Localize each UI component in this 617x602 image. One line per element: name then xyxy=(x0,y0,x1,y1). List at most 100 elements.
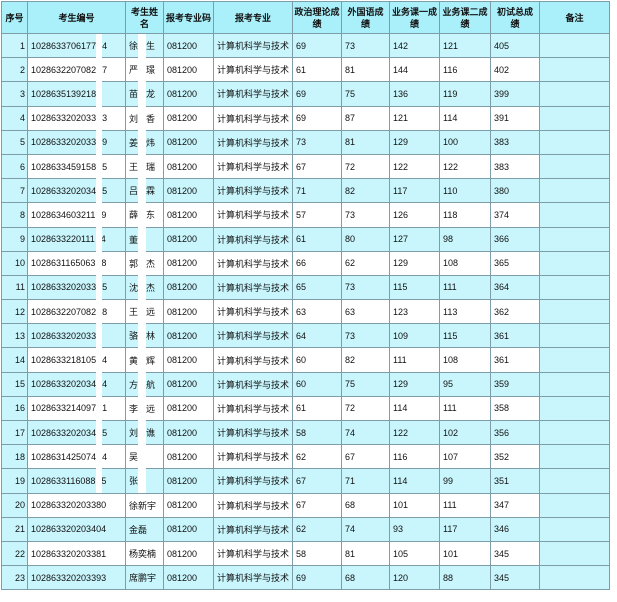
cell-text: 081200 xyxy=(167,379,198,390)
cell-text: 12 xyxy=(14,306,25,317)
cell-foreign-language-score: 75 xyxy=(342,82,390,107)
cell-total-score: 346 xyxy=(491,517,540,542)
cell-text: 苗 xyxy=(129,89,139,100)
table-row: 20 102863320203380 徐新宇 081200 计算机科学与技术 67 68 10… xyxy=(2,493,610,518)
cell-major-code: 081200 xyxy=(164,34,214,59)
cell-politics-score: 57 xyxy=(293,203,342,228)
table-row: 21 102863320203404 金磊 081200 计算机科学与技术 62 74 93 1… xyxy=(2,517,610,542)
cell-text: 1028633202033 xyxy=(31,282,97,293)
cell-total-score: 365 xyxy=(491,251,540,276)
table-row: 3 1028635139218 苗龙 081200 计算机科学与技术 69 75 136 119… xyxy=(2,82,610,107)
cell-candidate-id: 1028633202033 3 xyxy=(28,106,126,131)
cell-text: 98 xyxy=(443,234,454,245)
cell-text: 计算机科学与技术 xyxy=(217,210,290,221)
cell-text: 114 xyxy=(393,475,408,486)
cell-text: 081200 xyxy=(167,427,198,438)
cell-text-tail: 璟 xyxy=(146,65,156,76)
cell-text: 63 xyxy=(345,306,356,317)
cell-text: 73 xyxy=(345,330,356,341)
cell-text: 081200 xyxy=(167,161,198,172)
cell-course2-score: 114 xyxy=(440,106,491,131)
cell-text: 严 xyxy=(129,65,139,76)
cell-text: 081200 xyxy=(167,258,198,269)
cell-text: 1028634603211 xyxy=(31,209,96,220)
cell-course1-score: 123 xyxy=(390,300,440,325)
cell-major: 计算机科学与技术 xyxy=(214,251,293,276)
cell-text-tail: 生 xyxy=(146,41,156,52)
cell-text: 081200 xyxy=(167,548,198,559)
cell-text: 75 xyxy=(345,88,356,99)
cell-text: 14 xyxy=(14,355,25,366)
cell-foreign-language-score: 81 xyxy=(342,541,390,567)
cell-text: 徐 xyxy=(129,41,139,52)
cell-text: 1028633202034 xyxy=(31,379,97,390)
cell-text: 计算机科学与技术 xyxy=(217,282,290,293)
cell-candidate-id: 1028633459158 5 xyxy=(28,154,126,180)
cell-course1-score: 126 xyxy=(390,203,440,228)
cell-seq: 18 xyxy=(2,445,28,470)
cell-seq: 1 xyxy=(2,34,28,59)
cell-text: 361 xyxy=(494,355,510,366)
header-candidate-id: 考生编号 xyxy=(28,2,126,34)
cell-text: 87 xyxy=(345,113,356,124)
cell-course1-score: 129 xyxy=(390,130,440,155)
cell-text: 1028633220111 xyxy=(31,234,95,245)
cell-text: 71 xyxy=(296,185,307,196)
cell-text: 方 xyxy=(129,379,139,390)
cell-politics-score: 69 xyxy=(293,82,342,107)
table-row: 8 1028634603211 9 薛东 081200 计算机科学与技术 57 73 126 11… xyxy=(2,203,610,228)
cell-remark xyxy=(540,324,610,349)
cell-text-tail: 瑞 xyxy=(146,162,156,173)
cell-text: 75 xyxy=(345,379,356,390)
cell-text: 王 xyxy=(129,307,139,318)
cell-politics-score: 61 xyxy=(293,396,342,421)
cell-remark xyxy=(540,203,610,228)
cell-text: 1028633202033 xyxy=(31,113,97,124)
cell-candidate-id: 1028633202033 9 xyxy=(28,130,126,155)
cell-text: 3 xyxy=(19,88,25,99)
cell-course1-score: 116 xyxy=(390,445,440,470)
cell-seq: 15 xyxy=(2,372,28,397)
cell-text-tail: 7 xyxy=(102,64,108,75)
cell-candidate-id: 1028634603211 9 xyxy=(28,203,126,228)
cell-text: 081200 xyxy=(167,403,198,414)
cell-major-code: 081200 xyxy=(164,275,214,301)
cell-candidate-name: 席鹏宇 xyxy=(126,566,164,591)
cell-course1-score: 111 xyxy=(390,348,440,373)
cell-text: 1028631165063 xyxy=(31,258,96,269)
cell-major: 计算机科学与技术 xyxy=(214,58,293,83)
cell-text: 374 xyxy=(494,209,510,220)
cell-text: 347 xyxy=(494,500,510,511)
cell-politics-score: 58 xyxy=(293,541,342,567)
cell-major-code: 081200 xyxy=(164,227,214,252)
cell-text-tail: 林 xyxy=(146,331,156,342)
cell-text: 351 xyxy=(494,475,510,486)
cell-total-score: 352 xyxy=(491,445,540,470)
cell-text: 081200 xyxy=(167,282,198,293)
cell-text: 1028631425074 xyxy=(31,451,97,462)
redaction-band-id xyxy=(96,34,102,493)
cell-candidate-id: 1028633218105 4 xyxy=(28,348,126,373)
cell-text-tail: 杰 xyxy=(146,258,156,269)
cell-text: 142 xyxy=(393,40,409,51)
cell-text: 吴 xyxy=(129,452,139,463)
cell-text: 362 xyxy=(494,306,510,317)
cell-major: 计算机科学与技术 xyxy=(214,300,293,325)
cell-text: 121 xyxy=(393,113,409,124)
cell-candidate-id: 1028633202033 5 xyxy=(28,275,126,301)
cell-candidate-id: 1028635139218 xyxy=(28,82,126,107)
header-label: 业务课一成绩 xyxy=(391,6,437,29)
cell-major: 计算机科学与技术 xyxy=(214,130,293,155)
cell-politics-score: 65 xyxy=(293,275,342,301)
cell-foreign-language-score: 63 xyxy=(342,300,390,325)
cell-text: 081200 xyxy=(167,40,198,51)
cell-text: 72 xyxy=(345,403,356,414)
cell-major-code: 081200 xyxy=(164,300,214,325)
cell-course2-score: 118 xyxy=(440,203,491,228)
cell-politics-score: 67 xyxy=(293,469,342,494)
cell-politics-score: 60 xyxy=(293,372,342,397)
cell-text: 1028632207082 xyxy=(31,64,97,75)
cell-remark xyxy=(540,348,610,373)
header-label: 备注 xyxy=(565,12,584,23)
cell-foreign-language-score: 62 xyxy=(342,251,390,276)
